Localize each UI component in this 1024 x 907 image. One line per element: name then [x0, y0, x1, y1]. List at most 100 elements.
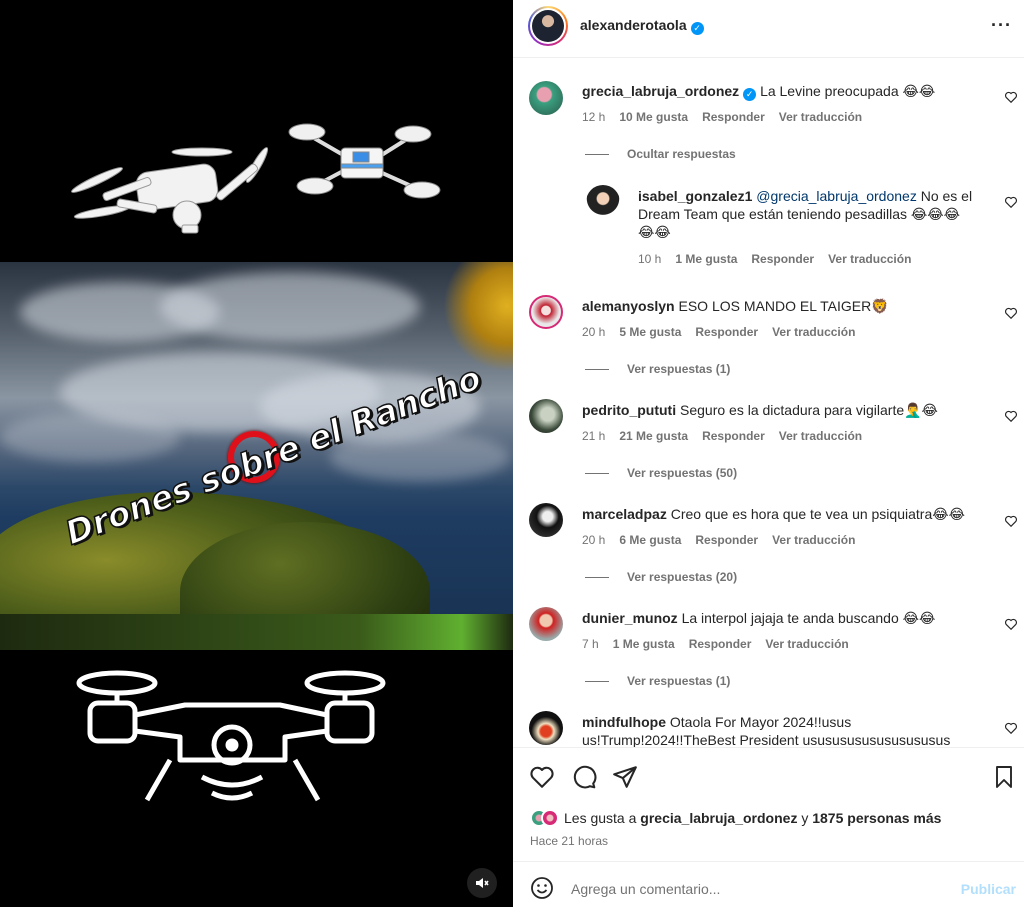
heart-icon[interactable]: [1004, 195, 1018, 209]
view-replies-button[interactable]: Ver respuestas (1): [585, 362, 730, 376]
comment-likes[interactable]: 21 Me gusta: [619, 429, 688, 443]
comment-text: mindfulhope Otaola For Mayor 2024!!usus …: [582, 713, 992, 747]
heart-icon[interactable]: [1004, 409, 1018, 423]
reply-button[interactable]: Responder: [695, 325, 758, 339]
avatar[interactable]: [529, 399, 563, 433]
toggle-replies-button[interactable]: Ocultar respuestas: [585, 147, 736, 161]
more-options-icon[interactable]: ···: [991, 15, 1012, 36]
avatar[interactable]: [529, 81, 563, 115]
drone-pixel-icon: [76, 670, 386, 802]
likes-user[interactable]: grecia_labruja_ordonez: [640, 810, 797, 826]
comment-username[interactable]: isabel_gonzalez1: [638, 188, 752, 204]
heart-icon[interactable]: [1004, 306, 1018, 320]
reply-button[interactable]: Responder: [751, 252, 814, 266]
translate-button[interactable]: Ver traducción: [779, 429, 862, 443]
liker-avatar: [541, 809, 559, 827]
heart-icon[interactable]: [1004, 514, 1018, 528]
comment-username[interactable]: mindfulhope: [582, 714, 666, 730]
translate-button[interactable]: Ver traducción: [828, 252, 911, 266]
drone-illustration-right: [288, 123, 441, 199]
likes-prefix: Les gusta a: [564, 810, 637, 826]
comment-body-line3: 😂😂: [638, 224, 671, 240]
comment-likes[interactable]: 1 Me gusta: [675, 252, 737, 266]
comment-time: 10 h: [638, 252, 662, 266]
translate-button[interactable]: Ver traducción: [772, 533, 855, 547]
comment-meta: 7 h 1 Me gusta Responder Ver traducción: [582, 637, 849, 651]
heart-icon[interactable]: [1004, 617, 1018, 631]
reply-button[interactable]: Responder: [702, 429, 765, 443]
comment-likes[interactable]: 5 Me gusta: [619, 325, 681, 339]
translate-button[interactable]: Ver traducción: [772, 325, 855, 339]
comment-time: 12 h: [582, 110, 606, 124]
mention-link[interactable]: @grecia_labruja_ordonez: [756, 188, 917, 204]
avatar[interactable]: [529, 711, 563, 745]
comment-meta: 20 h 5 Me gusta Responder Ver traducción: [582, 325, 855, 339]
comment-text: pedrito_pututi Seguro es la dictadura pa…: [582, 401, 992, 419]
reply-button[interactable]: Responder: [695, 533, 758, 547]
comment-body-line2: Dream Team que están teniendo pesadillas…: [638, 206, 960, 222]
avatar[interactable]: [529, 607, 563, 641]
lawn: [0, 614, 513, 650]
post-header: alexanderotaola ✓ ···: [513, 0, 1024, 58]
author-username[interactable]: alexanderotaola ✓: [580, 17, 704, 35]
share-paper-plane-icon[interactable]: [612, 764, 638, 790]
likes-and: y: [801, 810, 809, 826]
comment-text: dunier_munoz La interpol jajaja te anda …: [582, 609, 992, 627]
likes-count[interactable]: 1875 personas más: [812, 810, 941, 826]
comment-time: 20 h: [582, 533, 606, 547]
avatar[interactable]: [529, 503, 563, 537]
comment-meta: 12 h 10 Me gusta Responder Ver traducció…: [582, 110, 862, 124]
reply-button[interactable]: Responder: [689, 637, 752, 651]
comment-body-line2: us!Trump!2024!!TheBest President usususu…: [582, 732, 951, 747]
reply-button[interactable]: Responder: [702, 110, 765, 124]
comments-list[interactable]: grecia_labruja_ordonez ✓ La Levine preocu…: [513, 59, 1024, 747]
translate-button[interactable]: Ver traducción: [765, 637, 848, 651]
likes-summary[interactable]: Les gusta a grecia_labruja_ordonez y 187…: [530, 809, 941, 827]
bookmark-icon[interactable]: [992, 764, 1016, 790]
comment-text: marceladpaz Creo que es hora que te vea …: [582, 505, 992, 523]
comment-body: Otaola For Mayor 2024!!usus: [669, 714, 852, 730]
comment-username[interactable]: alemanyoslyn: [582, 298, 675, 314]
comment-text: isabel_gonzalez1 @grecia_labruja_ordonez…: [638, 187, 993, 241]
view-replies-button[interactable]: Ver respuestas (1): [585, 674, 730, 688]
post-details-panel: alexanderotaola ✓ ··· grecia_labruja_ordo…: [513, 0, 1024, 907]
avatar[interactable]: [529, 295, 563, 329]
comment-bubble-icon[interactable]: [571, 764, 597, 790]
palm-leaf: [443, 262, 513, 372]
mute-toggle[interactable]: [467, 868, 497, 898]
comment-body: La interpol jajaja te anda buscando 😂😂: [681, 610, 936, 626]
heart-icon[interactable]: [1004, 90, 1018, 104]
comment-time: 20 h: [582, 325, 606, 339]
comment-likes[interactable]: 10 Me gusta: [619, 110, 688, 124]
comment-username[interactable]: pedrito_pututi: [582, 402, 676, 418]
comment-likes[interactable]: 1 Me gusta: [613, 637, 675, 651]
comment-meta: 20 h 6 Me gusta Responder Ver traducción: [582, 533, 855, 547]
author-avatar[interactable]: [528, 6, 568, 46]
comment-text: grecia_labruja_ordonez ✓ La Levine preocu…: [582, 82, 992, 101]
comment-meta: 10 h 1 Me gusta Responder Ver traducción: [638, 252, 911, 266]
translate-button[interactable]: Ver traducción: [779, 110, 862, 124]
publish-button[interactable]: Publicar: [961, 881, 1016, 897]
avatar[interactable]: [586, 185, 620, 219]
post-time: Hace 21 horas: [530, 834, 609, 848]
comment-body: No es el: [920, 188, 973, 204]
comment-input[interactable]: Agrega un comentario...: [571, 881, 720, 897]
comment-time: 7 h: [582, 637, 599, 651]
post-actions: Les gusta a grecia_labruja_ordonez y 187…: [513, 747, 1024, 861]
like-heart-icon[interactable]: [529, 764, 555, 790]
heart-icon[interactable]: [1004, 721, 1018, 735]
comment-username[interactable]: marceladpaz: [582, 506, 667, 522]
comment-meta: 21 h 21 Me gusta Responder Ver traducció…: [582, 429, 862, 443]
comment-body: Creo que es hora que te vea un psiquiatr…: [670, 506, 965, 522]
comment-text: alemanyoslyn ESO LOS MANDO EL TAIGER🦁: [582, 297, 992, 315]
emoji-icon[interactable]: [530, 876, 554, 900]
view-replies-button[interactable]: Ver respuestas (20): [585, 570, 737, 584]
view-replies-button[interactable]: Ver respuestas (50): [585, 466, 737, 480]
post-media[interactable]: Drones sobre el Rancho: [0, 0, 513, 907]
verified-badge-icon: ✓: [690, 22, 704, 35]
comment-username[interactable]: grecia_labruja_ordonez: [582, 83, 739, 99]
comment-likes[interactable]: 6 Me gusta: [619, 533, 681, 547]
comment-body: ESO LOS MANDO EL TAIGER🦁: [678, 298, 889, 314]
comment-username[interactable]: dunier_munoz: [582, 610, 678, 626]
comment-body: Seguro es la dictadura para vigilarte🤦‍♂…: [680, 402, 938, 418]
